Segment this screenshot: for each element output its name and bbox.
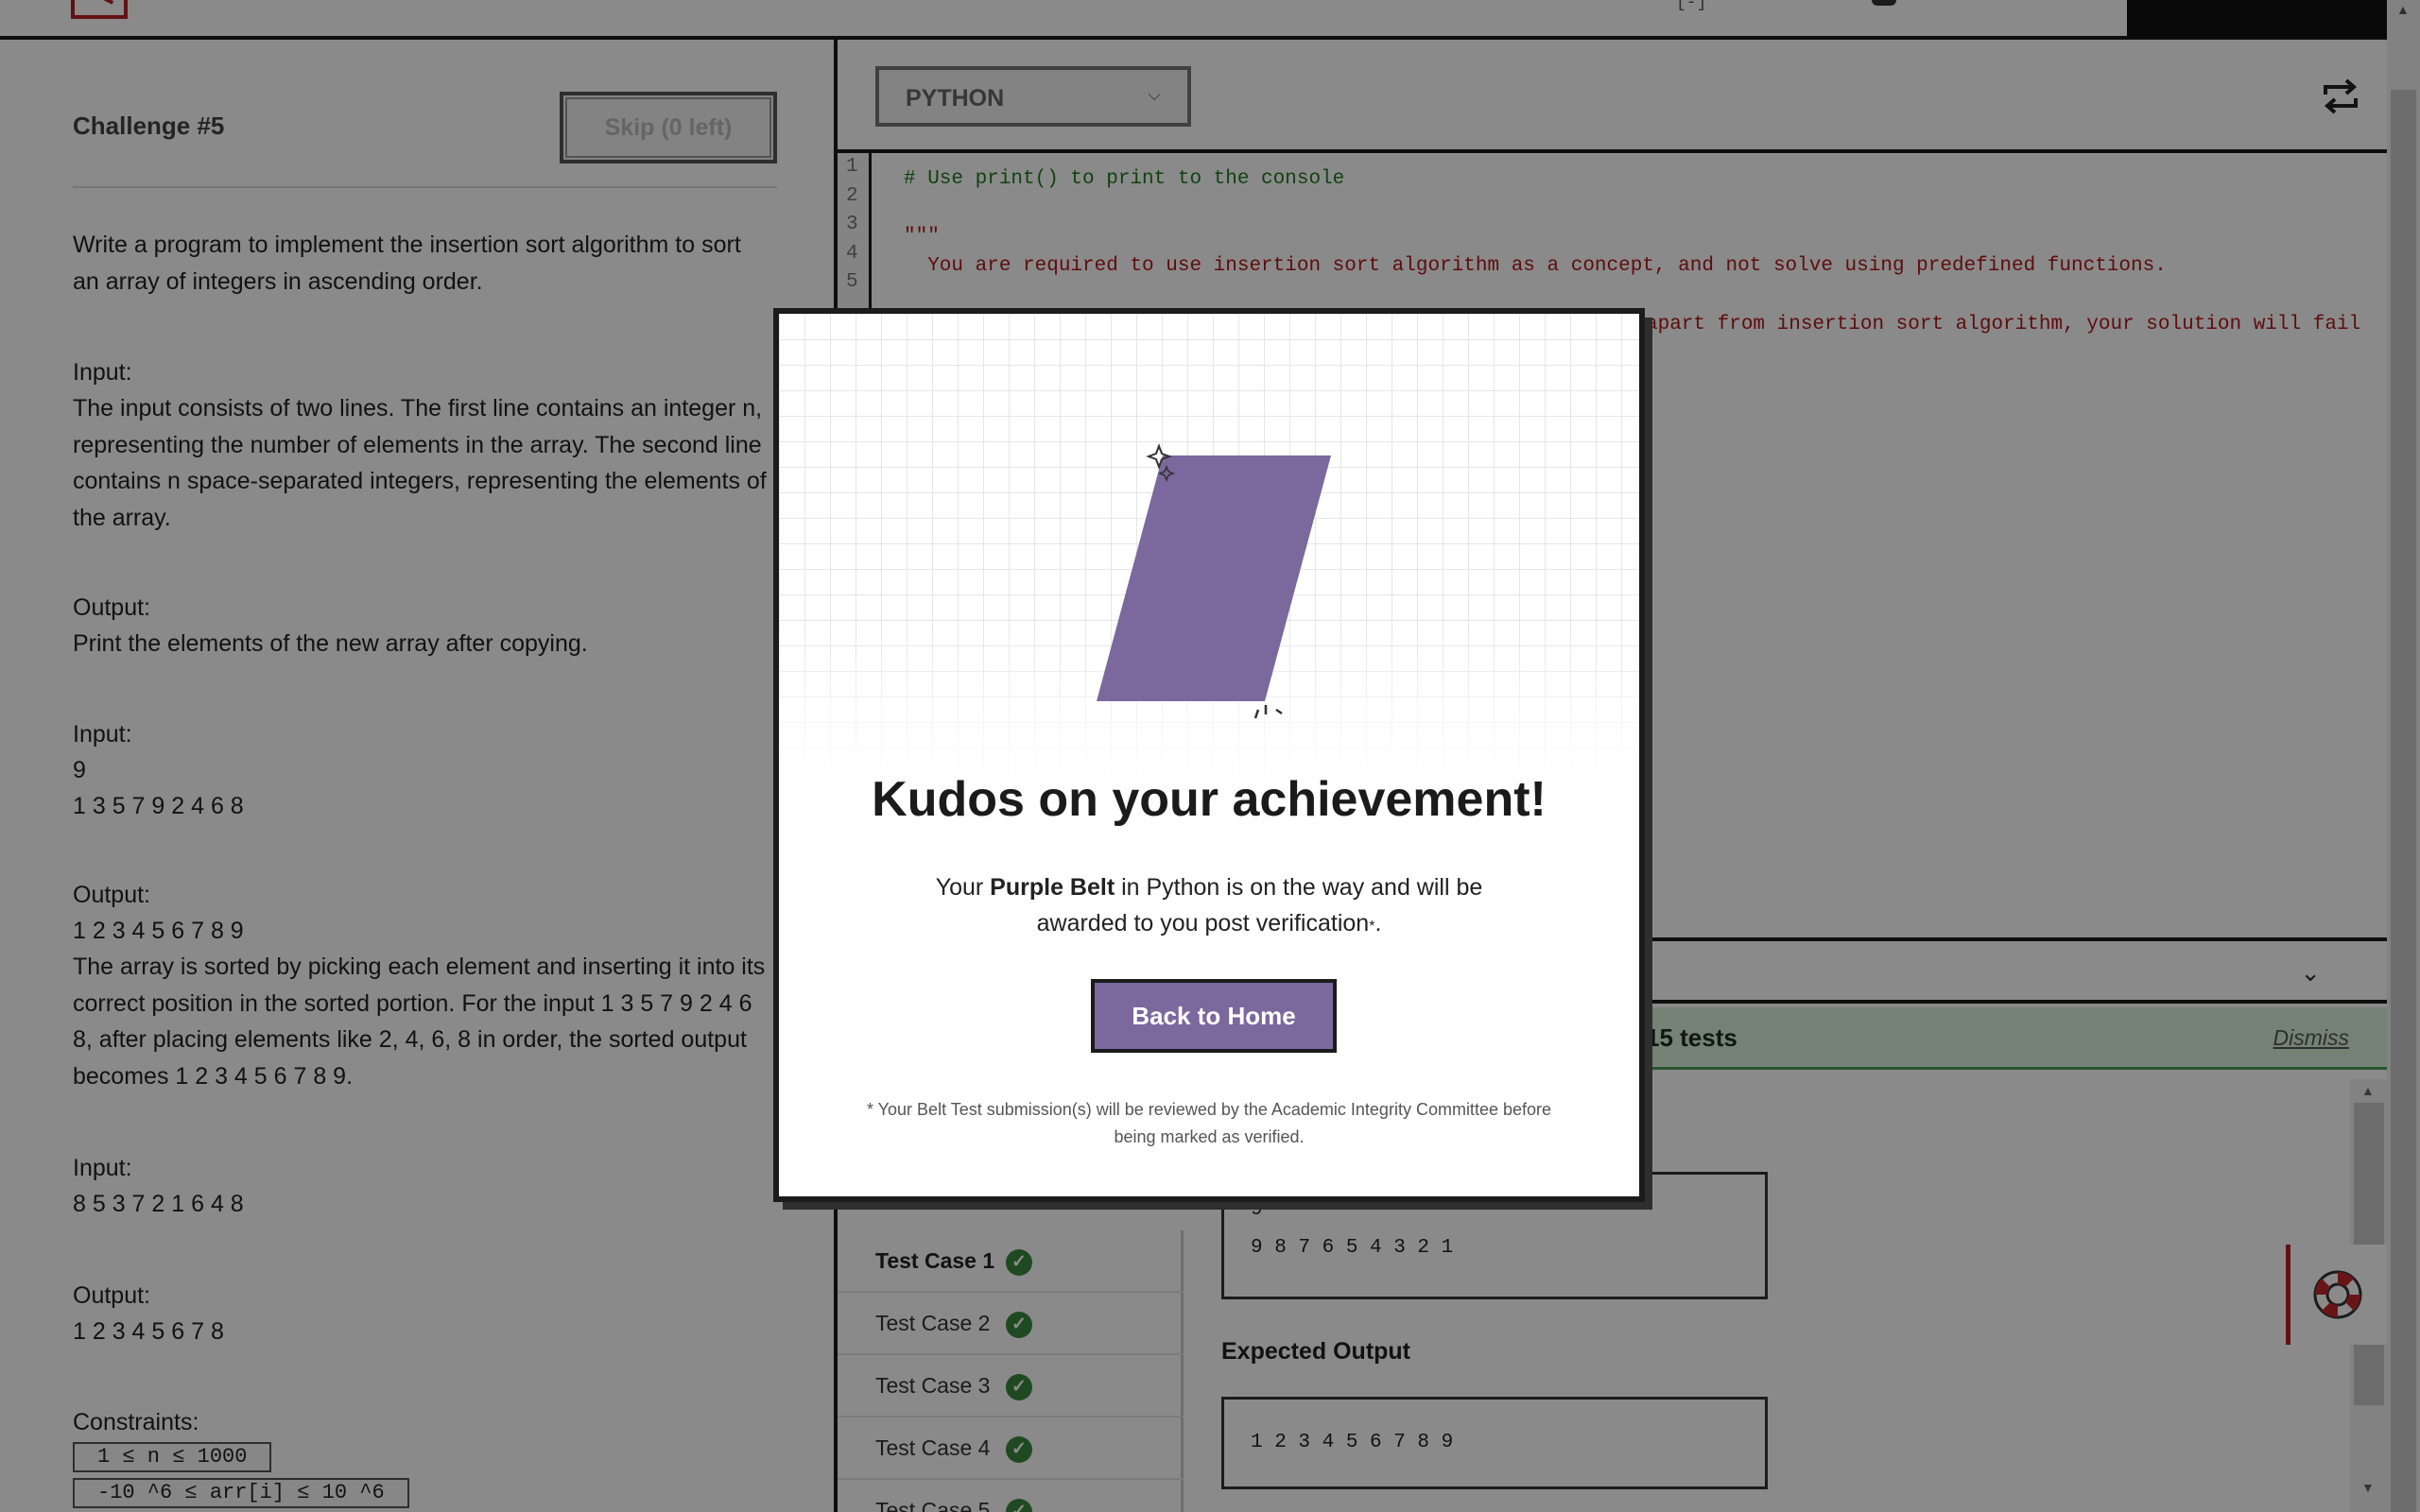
modal-message: Your Purple Belt in Python is on the way… bbox=[911, 869, 1507, 945]
modal-message-text: Your bbox=[935, 874, 991, 901]
achievement-modal: Kudos on your achievement! Your Purple B… bbox=[773, 308, 1645, 1202]
purple-belt-illustration bbox=[1097, 443, 1331, 719]
belt-name: Purple Belt bbox=[990, 874, 1115, 901]
back-to-home-button[interactable]: Back to Home bbox=[1091, 979, 1337, 1053]
modal-message-text: . bbox=[1374, 910, 1382, 936]
spark-lines-icon bbox=[1253, 705, 1283, 719]
verification-note: * Your Belt Test submission(s) will be r… bbox=[867, 1100, 1551, 1146]
modal-title: Kudos on your achievement! bbox=[872, 772, 1547, 827]
